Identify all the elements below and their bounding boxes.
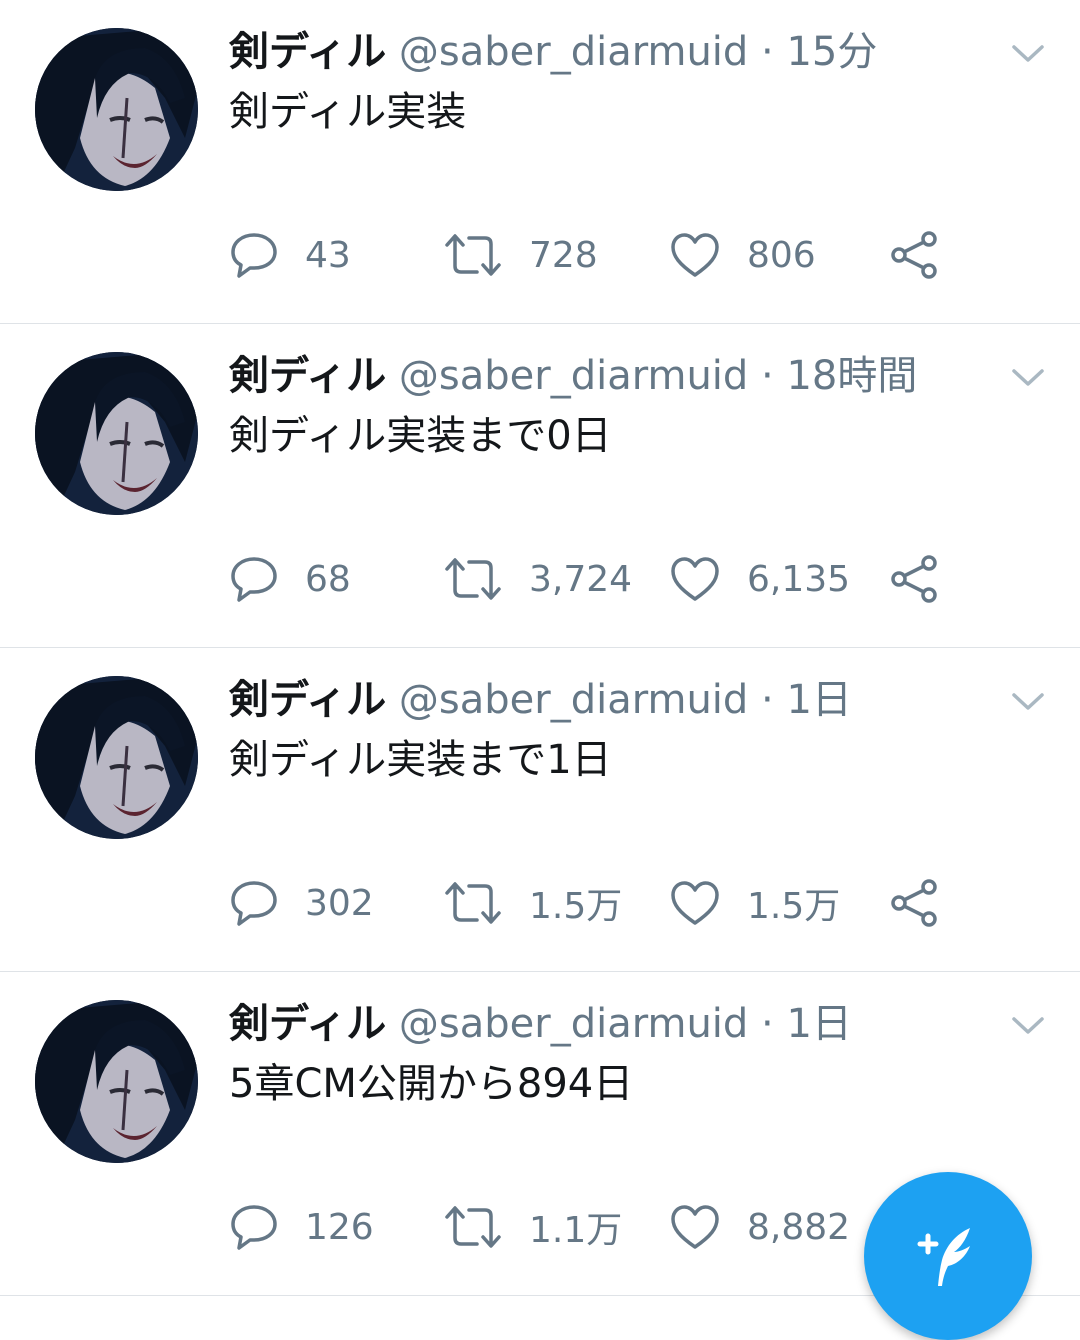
retweet-icon xyxy=(445,558,501,600)
chevron-down-icon[interactable] xyxy=(1010,686,1046,716)
share-icon xyxy=(891,879,937,927)
timestamp[interactable]: 18時間 xyxy=(786,353,917,399)
reply-button[interactable]: 68 xyxy=(229,552,351,606)
retweet-count: 3,724 xyxy=(529,558,633,600)
share-icon xyxy=(891,555,937,603)
avatar-image xyxy=(35,1000,198,1163)
reply-count: 302 xyxy=(305,882,374,924)
avatar-image xyxy=(35,676,198,839)
timestamp[interactable]: 1日 xyxy=(786,677,851,723)
like-count: 806 xyxy=(747,234,816,276)
timeline-feed: 剣ディル @saber_diarmuid · 15分 剣ディル実装 43 728 xyxy=(0,0,1080,1296)
avatar-image xyxy=(35,28,198,191)
speech-bubble-icon xyxy=(231,557,277,602)
timestamp[interactable]: 15分 xyxy=(786,29,877,75)
avatar[interactable] xyxy=(35,352,198,515)
user-handle[interactable]: @saber_diarmuid xyxy=(399,677,748,723)
retweet-button[interactable]: 3,724 xyxy=(443,552,632,606)
display-name[interactable]: 剣ディル xyxy=(229,1001,386,1047)
retweet-count: 1.1万 xyxy=(529,1210,623,1251)
timestamp[interactable]: 1日 xyxy=(786,1001,851,1047)
tweet[interactable]: 剣ディル @saber_diarmuid · 18時間 剣ディル実装まで0日 6… xyxy=(0,324,1080,648)
tweet-header: 剣ディル @saber_diarmuid · 1日 xyxy=(229,996,852,1052)
chevron-down-icon[interactable] xyxy=(1010,38,1046,68)
tweet-text: 剣ディル実装まで0日 xyxy=(229,413,612,459)
tweet[interactable]: 剣ディル @saber_diarmuid · 15分 剣ディル実装 43 728 xyxy=(0,0,1080,324)
chevron-down-icon[interactable] xyxy=(1010,362,1046,392)
retweet-count: 728 xyxy=(529,234,598,276)
like-count: 8,882 xyxy=(747,1206,851,1248)
speech-bubble-icon xyxy=(231,881,277,926)
retweet-icon xyxy=(445,234,501,276)
heart-icon xyxy=(671,233,719,277)
separator-dot: · xyxy=(761,353,774,399)
tweet-actions: 302 1.5万 1.5万 xyxy=(229,876,949,930)
avatar[interactable] xyxy=(35,676,198,839)
tweet-header: 剣ディル @saber_diarmuid · 1日 xyxy=(229,672,852,728)
chevron-down-icon[interactable] xyxy=(1010,1010,1046,1040)
share-icon xyxy=(891,231,937,279)
retweet-button[interactable]: 1.1万 xyxy=(443,1200,622,1254)
tweet-text: 剣ディル実装 xyxy=(229,89,467,135)
display-name[interactable]: 剣ディル xyxy=(229,353,386,399)
heart-icon xyxy=(671,1205,719,1249)
like-button[interactable]: 806 xyxy=(669,228,816,282)
user-handle[interactable]: @saber_diarmuid xyxy=(399,29,748,75)
tweet[interactable]: 剣ディル @saber_diarmuid · 1日 剣ディル実装まで1日 302… xyxy=(0,648,1080,972)
avatar[interactable] xyxy=(35,28,198,191)
user-handle[interactable]: @saber_diarmuid xyxy=(399,353,748,399)
tweet-text: 5章CM公開から894日 xyxy=(229,1061,634,1107)
share-button[interactable] xyxy=(889,876,939,930)
retweet-icon xyxy=(445,1206,501,1248)
reply-button[interactable]: 126 xyxy=(229,1200,374,1254)
like-button[interactable]: 6,135 xyxy=(669,552,850,606)
speech-bubble-icon xyxy=(231,233,277,278)
like-button[interactable]: 1.5万 xyxy=(669,876,840,930)
compose-feather-icon xyxy=(917,1228,970,1286)
display-name[interactable]: 剣ディル xyxy=(229,677,386,723)
separator-dot: · xyxy=(761,1001,774,1047)
reply-count: 43 xyxy=(305,234,351,276)
separator-dot: · xyxy=(761,29,774,75)
heart-icon xyxy=(671,881,719,925)
heart-icon xyxy=(671,557,719,601)
tweet-actions: 68 3,724 6,135 xyxy=(229,552,949,606)
avatar-image xyxy=(35,352,198,515)
share-button[interactable] xyxy=(889,552,939,606)
retweet-button[interactable]: 1.5万 xyxy=(443,876,622,930)
tweet-header: 剣ディル @saber_diarmuid · 18時間 xyxy=(229,348,917,404)
tweet-text: 剣ディル実装まで1日 xyxy=(229,737,612,783)
avatar[interactable] xyxy=(35,1000,198,1163)
retweet-icon xyxy=(445,882,501,924)
retweet-count: 1.5万 xyxy=(529,886,623,927)
reply-count: 68 xyxy=(305,558,351,600)
tweet-actions: 43 728 806 xyxy=(229,228,949,282)
user-handle[interactable]: @saber_diarmuid xyxy=(399,1001,748,1047)
reply-button[interactable]: 302 xyxy=(229,876,374,930)
retweet-button[interactable]: 728 xyxy=(443,228,598,282)
like-count: 1.5万 xyxy=(747,886,841,927)
speech-bubble-icon xyxy=(231,1205,277,1250)
tweet-actions: 126 1.1万 8,882 xyxy=(229,1200,949,1254)
share-button[interactable] xyxy=(889,228,939,282)
like-button[interactable]: 8,882 xyxy=(669,1200,850,1254)
display-name[interactable]: 剣ディル xyxy=(229,29,386,75)
tweet-header: 剣ディル @saber_diarmuid · 15分 xyxy=(229,24,877,80)
reply-button[interactable]: 43 xyxy=(229,228,351,282)
like-count: 6,135 xyxy=(747,558,851,600)
separator-dot: · xyxy=(761,677,774,723)
compose-tweet-button[interactable] xyxy=(864,1172,1032,1340)
reply-count: 126 xyxy=(305,1206,374,1248)
